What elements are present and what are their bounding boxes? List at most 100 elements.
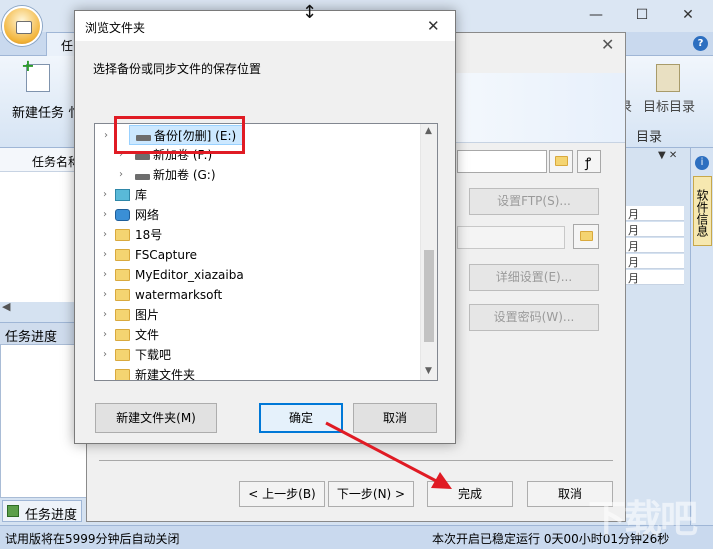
tree-item-drive-g[interactable]: › 新加卷 (G:) <box>95 165 419 185</box>
set-ftp-button[interactable]: 设置FTP(S)... <box>469 188 599 215</box>
tree-item-label: 库 <box>135 188 148 202</box>
chevron-right-icon[interactable]: › <box>99 185 111 205</box>
folder-tree[interactable]: › 备份[勿删] (E:) › 新加卷 (F:) › 新加卷 (G:) › 库 … <box>94 123 438 381</box>
wizard-close-icon[interactable]: ✕ <box>601 35 614 54</box>
tree-item-label: 图片 <box>135 308 160 322</box>
tree-item-label: 下载吧 <box>135 348 172 362</box>
help-icon[interactable]: ? <box>693 36 708 51</box>
tree-item-folder[interactable]: › MyEditor_xiazaiba <box>95 265 419 285</box>
browse-close-icon[interactable]: ✕ <box>427 17 440 35</box>
browse-titlebar: 浏览文件夹 ✕ <box>75 11 455 41</box>
tree-item-folder[interactable]: › 18号 <box>95 225 419 245</box>
app-menu-orb[interactable] <box>2 6 42 46</box>
plus-icon: + <box>21 56 35 75</box>
browse-prompt: 选择备份或同步文件的保存位置 <box>93 62 262 76</box>
chevron-right-icon[interactable]: › <box>99 305 111 325</box>
tree-item-label: FSCapture <box>135 248 198 262</box>
tree-item-label: 网络 <box>135 208 160 222</box>
target-path-input[interactable] <box>457 150 547 173</box>
target-folder-icon <box>656 64 680 92</box>
new-folder-button[interactable]: 新建文件夹(M) <box>95 403 217 433</box>
watermark: 下载吧 <box>588 497 698 541</box>
new-document-icon: + <box>21 58 50 92</box>
pane-pin-icon[interactable]: ▼ ✕ <box>658 150 677 161</box>
chevron-right-icon[interactable]: › <box>99 265 111 285</box>
key-button[interactable]: ꝭ <box>577 150 601 173</box>
tree-item-folder[interactable]: › 下载吧 <box>95 345 419 365</box>
tree-item-library[interactable]: › 库 <box>95 185 419 205</box>
minimize-button[interactable]: — <box>576 4 616 26</box>
folder-icon <box>580 231 593 241</box>
close-button[interactable]: ✕ <box>668 4 708 26</box>
tree-item-label: 新建文件夹 <box>135 368 196 381</box>
tree-item-label: watermarksoft <box>135 288 223 302</box>
finish-button[interactable]: 完成 <box>427 481 513 507</box>
resize-cursor-icon: ↕ <box>302 2 318 23</box>
tree-item-label: 18号 <box>135 228 163 242</box>
grid-row: 月 <box>624 270 684 285</box>
scroll-down-icon[interactable]: ▼ <box>425 366 432 376</box>
next-step-button[interactable]: 下一步(N) > <box>328 481 414 507</box>
target-dir-button[interactable]: 目标目录 <box>643 96 695 115</box>
wizard-separator <box>99 460 613 461</box>
annotation-highlight-box <box>114 116 245 154</box>
tree-item-label: 文件 <box>135 328 160 342</box>
chevron-right-icon[interactable]: › <box>115 165 127 185</box>
key-icon: ꝭ <box>585 156 592 171</box>
tree-item-folder[interactable]: › 文件 <box>95 325 419 345</box>
tree-item-network[interactable]: › 网络 <box>95 205 419 225</box>
folder-icon <box>115 249 130 261</box>
tree-item-folder[interactable]: › 图片 <box>95 305 419 325</box>
chevron-right-icon[interactable]: › <box>99 345 111 365</box>
grid-row: 月 <box>624 238 684 253</box>
tree-item-folder[interactable]: › watermarksoft <box>95 285 419 305</box>
right-pane-header: ▼ ✕ 月 月 月 月 月 <box>620 148 690 285</box>
folder-icon <box>115 349 130 361</box>
prev-step-button[interactable]: < 上一步(B) <box>239 481 325 507</box>
drive-icon <box>135 154 150 160</box>
trial-status-text: 试用版将在5999分钟后自动关闭 <box>5 532 180 546</box>
tree-scrollbar[interactable]: ▲ ▼ <box>420 124 437 380</box>
ribbon-group-label: 目录 <box>636 130 663 145</box>
grid-row: 月 <box>624 222 684 237</box>
app-logo-icon <box>16 21 32 34</box>
ok-button[interactable]: 确定 <box>259 403 343 433</box>
progress-tab-icon <box>7 505 19 517</box>
library-icon <box>115 189 130 201</box>
folder-icon <box>115 369 130 380</box>
tree-item-folder[interactable]: 新建文件夹 <box>95 365 419 381</box>
browse-folder-button[interactable] <box>549 150 573 173</box>
tree-item-label: MyEditor_xiazaiba <box>135 268 244 282</box>
task-name-column-header[interactable]: 任务名称 <box>32 153 80 170</box>
network-icon <box>115 209 130 221</box>
chevron-right-icon[interactable]: › <box>99 225 111 245</box>
chevron-right-icon[interactable]: › <box>100 126 112 146</box>
folder-icon <box>555 156 568 166</box>
secondary-path-input[interactable] <box>457 226 565 249</box>
grid-row: 月 <box>624 254 684 269</box>
chevron-right-icon[interactable]: › <box>99 325 111 345</box>
side-panel-strip: i 软件信息 <box>690 148 713 528</box>
scroll-left-icon[interactable]: ◀ <box>2 300 10 313</box>
chevron-right-icon[interactable]: › <box>99 285 111 305</box>
folder-icon <box>115 229 130 241</box>
browse-dialog-title: 浏览文件夹 <box>85 21 146 35</box>
new-task-button[interactable]: + 新建任务 <box>8 58 68 122</box>
folder-icon <box>115 269 130 281</box>
set-password-button[interactable]: 设置密码(W)... <box>469 304 599 331</box>
new-task-label: 新建任务 <box>11 106 64 121</box>
browse-folder-dialog: 浏览文件夹 ✕ 选择备份或同步文件的保存位置 › 备份[勿删] (E:) › 新… <box>74 10 456 444</box>
browse-cancel-button[interactable]: 取消 <box>353 403 437 433</box>
info-icon[interactable]: i <box>695 156 709 170</box>
scroll-thumb[interactable] <box>424 250 434 342</box>
software-info-tab[interactable]: 软件信息 <box>693 176 712 246</box>
maximize-button[interactable]: ☐ <box>622 4 662 26</box>
chevron-right-icon[interactable]: › <box>99 245 111 265</box>
task-progress-tab-label: 任务进度 <box>25 508 78 523</box>
tree-item-folder[interactable]: › FSCapture <box>95 245 419 265</box>
detail-settings-button[interactable]: 详细设置(E)... <box>469 264 599 291</box>
chevron-right-icon[interactable]: › <box>99 205 111 225</box>
scroll-up-icon[interactable]: ▲ <box>425 126 432 136</box>
task-progress-tab[interactable]: 任务进度 <box>2 500 82 523</box>
browse-folder-button-2[interactable] <box>573 224 599 249</box>
